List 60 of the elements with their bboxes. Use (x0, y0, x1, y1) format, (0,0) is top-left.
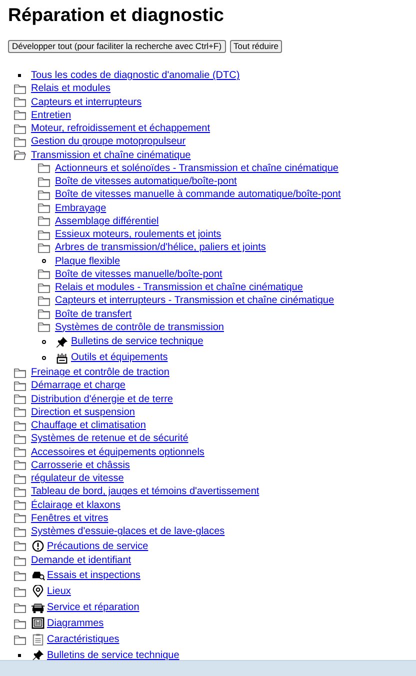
tree-link[interactable]: Plaque flexible (55, 254, 120, 268)
tree-link[interactable]: Relais et modules (31, 82, 110, 96)
bullet (18, 654, 21, 657)
tree-link[interactable]: Boîte de vitesses manuelle à commande automatique/boîte-pont (55, 188, 341, 202)
tree-link[interactable]: Systèmes d'essuie-glaces et de lave-glaces (31, 525, 225, 538)
tree-link[interactable]: Boîte de vitesses manuelle/boîte-pont (55, 268, 222, 281)
tree-link[interactable]: Embrayage (55, 202, 106, 215)
tree-link[interactable]: Systèmes de contrôle de transmission (55, 320, 224, 334)
tree-link[interactable]: Tableau de bord, jauges et témoins d'avertissement (31, 485, 260, 498)
tree-link[interactable]: Chauffage et climatisation (31, 419, 146, 432)
tree-link[interactable]: Boîte de transfert (55, 308, 132, 321)
tree-link[interactable]: Précautions de service (47, 540, 148, 553)
tree-link[interactable]: Entretien (31, 108, 72, 122)
page-title: Réparation et diagnostic (8, 4, 225, 26)
tree-link[interactable]: Service et réparation (47, 600, 140, 614)
tree-link[interactable]: Capteurs et interrupteurs - Transmission et chaîne cinématique (55, 294, 334, 308)
tree-link[interactable]: Transmission et chaîne cinématique (31, 148, 191, 162)
tree-link[interactable]: Assemblage différentiel (55, 214, 159, 228)
car-icon (31, 601, 45, 614)
exclamation-circle-icon (31, 540, 45, 553)
tree-link[interactable]: Relais et modules - Transmission et chaîne cinématique (55, 281, 303, 294)
tree-link[interactable]: Essais et inspections (47, 568, 140, 582)
tree-link[interactable]: Fenêtres et vitres (31, 512, 108, 525)
clipboard-icon (31, 633, 45, 646)
tree-link[interactable]: Moteur, refroidissement et échappement (31, 122, 210, 136)
tree-link[interactable]: Actionneurs et solénoïdes - Transmission et chaîne cinématique (55, 162, 338, 175)
tree-link[interactable]: Démarrage et charge (31, 379, 126, 392)
bullet (42, 356, 46, 360)
tree-link[interactable]: Distribution d'énergie et de terre (31, 392, 173, 406)
tree-link[interactable]: Boîte de vitesses automatique/boîte-pont (55, 175, 237, 188)
collapse-all-button[interactable]: Tout réduire (230, 40, 282, 53)
tree-link[interactable]: Bulletins de service technique (71, 335, 204, 349)
bullet (18, 74, 21, 78)
tree-link[interactable]: Demande et identifiant (31, 554, 132, 568)
tree-link[interactable]: Éclairage et klaxons (31, 498, 120, 512)
tree-link[interactable]: Diagrammes (47, 616, 104, 630)
tree-link[interactable]: Accessoires et équipements optionnels (31, 446, 204, 459)
tree-link[interactable]: Systèmes de retenue et de sécurité (31, 432, 188, 446)
tree-link[interactable]: Caractéristiques (47, 632, 120, 646)
car-search-icon (31, 569, 45, 582)
tree-link[interactable]: Carrosserie et châssis (31, 458, 130, 472)
tree-link[interactable]: régulateur de vitesse (31, 472, 124, 486)
tree-link[interactable]: Outils et équipements (71, 351, 168, 365)
tree-link[interactable]: Direction et suspension (31, 406, 135, 419)
tree-link[interactable]: Bulletins de service technique (47, 648, 180, 660)
tree-link[interactable]: Tous les codes de diagnostic d'anomalie (DTC) (31, 69, 240, 82)
location-pin-icon (31, 585, 45, 598)
tree-link[interactable]: Gestion du groupe motopropulseur (31, 135, 186, 148)
pin-icon (55, 336, 69, 348)
tree-link[interactable]: Lieux (47, 584, 71, 598)
tools-icon (55, 352, 69, 364)
pin-icon (31, 649, 45, 660)
diagram-icon (31, 617, 45, 630)
tree-link[interactable]: Essieux moteurs, roulements et joints (55, 228, 222, 242)
bullet (42, 340, 46, 344)
bullet (42, 259, 46, 264)
tree-link[interactable]: Freinage et contrôle de traction (31, 366, 170, 380)
expand-all-button[interactable]: Développer tout (pour faciliter la recherche avec Ctrl+F) (8, 40, 226, 53)
tree-link[interactable]: Arbres de transmission/d'hélice, paliers et joints (55, 241, 266, 254)
tree-link[interactable]: Capteurs et interrupteurs (31, 96, 142, 109)
